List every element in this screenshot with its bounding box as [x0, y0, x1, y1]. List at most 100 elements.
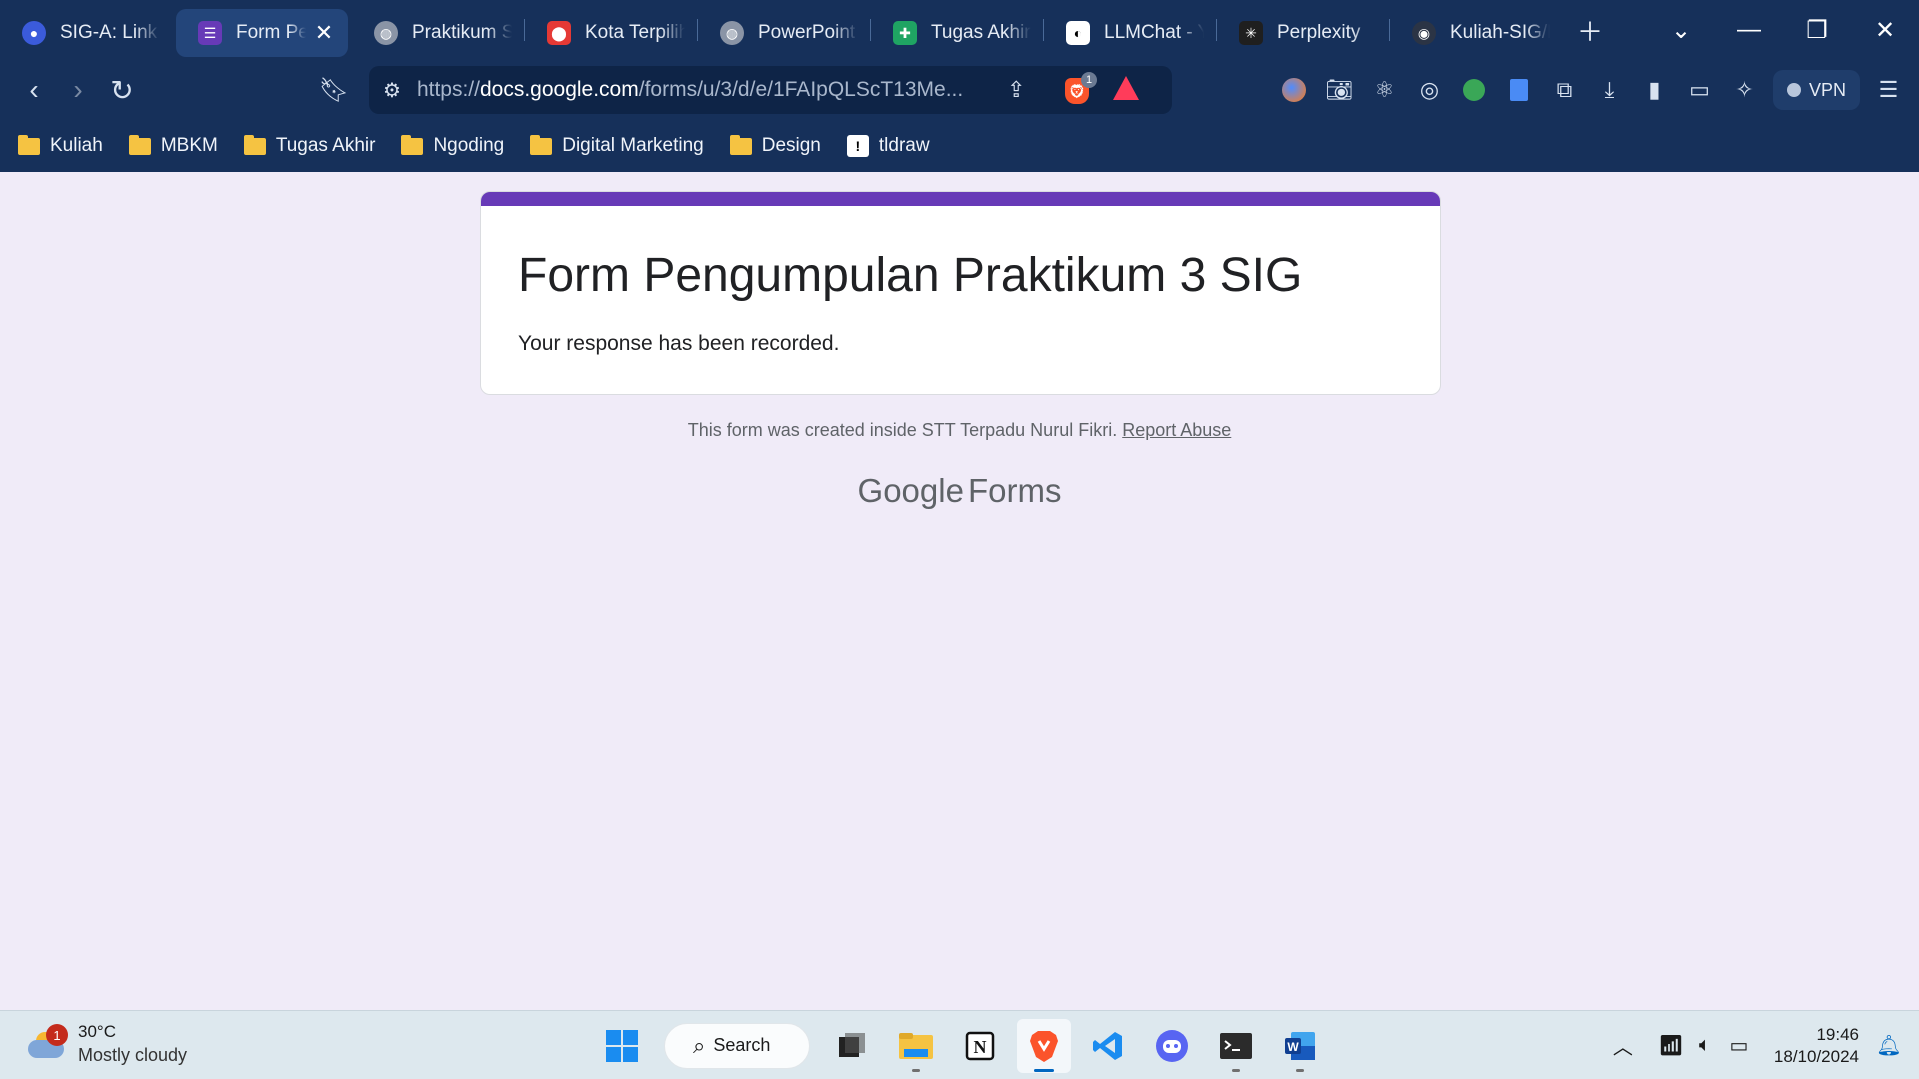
- windows-taskbar: 1 30°C Mostly cloudy ⌕ Search N W ︿ 📶︎ 🔈…: [0, 1010, 1919, 1079]
- svg-text:N: N: [974, 1037, 987, 1057]
- menu-icon[interactable]: ☰: [1866, 68, 1911, 112]
- wallet-icon[interactable]: ▭: [1677, 68, 1722, 112]
- logo-forms: Forms: [967, 472, 1062, 509]
- browser-toolbar: ‹ › ↻ 🔖︎ ⚙ https://docs.google.com/forms…: [0, 60, 1919, 120]
- battery-icon[interactable]: ▭: [1722, 1026, 1756, 1066]
- tab-sig-a[interactable]: ● SIG-A: Link P: [0, 9, 172, 57]
- form-footer: This form was created inside STT Terpadu…: [0, 420, 1919, 441]
- orbit-icon: ●: [22, 21, 46, 45]
- folder-icon: [530, 134, 553, 155]
- tldraw-icon: !: [846, 135, 869, 157]
- tab-title: Tugas Akhir: [931, 22, 1031, 43]
- url-text[interactable]: https://docs.google.com/forms/u/3/d/e/1F…: [417, 78, 977, 102]
- share-icon[interactable]: ⇪: [1007, 77, 1025, 103]
- download-icon[interactable]: ⤓: [1587, 68, 1632, 112]
- bookmark-icon[interactable]: 🔖︎: [312, 68, 356, 112]
- folder-icon: [243, 134, 266, 155]
- clock-date: 18/10/2024: [1773, 1046, 1859, 1066]
- tab-list-chevron-icon[interactable]: ⌄: [1647, 0, 1715, 60]
- vscode-app[interactable]: [1081, 1019, 1135, 1073]
- site-settings-icon[interactable]: ⚙: [383, 78, 401, 103]
- notion-app[interactable]: N: [953, 1019, 1007, 1073]
- back-button[interactable]: ‹: [12, 68, 56, 112]
- folder-icon: [401, 134, 424, 155]
- weather-badge: 1: [46, 1024, 68, 1046]
- start-button[interactable]: [595, 1019, 649, 1073]
- tab-title: Kuliah-SIG/P: [1450, 22, 1550, 43]
- bookmark-folder-design[interactable]: Design: [729, 134, 821, 157]
- document-icon[interactable]: [1497, 68, 1542, 112]
- target-icon[interactable]: ◎: [1407, 68, 1452, 112]
- notion-icon: N: [965, 1031, 995, 1060]
- weather-widget[interactable]: 1 30°C Mostly cloudy: [24, 1021, 187, 1067]
- cloudy-weather-icon: 1: [24, 1024, 68, 1060]
- bookmark-folder-ngoding[interactable]: Ngoding: [401, 134, 504, 157]
- brave-icon: [1030, 1030, 1058, 1062]
- google-forms-icon: ☰: [198, 21, 222, 45]
- terminal-app[interactable]: [1209, 1019, 1263, 1073]
- restore-button[interactable]: ❐: [1783, 0, 1851, 60]
- vpn-button[interactable]: VPN: [1772, 70, 1860, 110]
- weather-desc: Mostly cloudy: [78, 1045, 188, 1065]
- tab-llmchat[interactable]: ◐ LLMChat - Y: [1044, 9, 1216, 57]
- new-tab-button[interactable]: ＋: [1562, 6, 1618, 54]
- clock[interactable]: 19:46 18/10/2024: [1774, 1024, 1859, 1068]
- brave-rewards-icon[interactable]: [1113, 76, 1139, 100]
- vscode-icon: [1093, 1031, 1122, 1060]
- report-abuse-link[interactable]: Report Abuse: [1122, 420, 1231, 440]
- google-forms-logo[interactable]: Google Forms: [0, 472, 1919, 510]
- tab-perplexity[interactable]: ✳ Perplexity: [1217, 9, 1389, 57]
- react-devtools-icon[interactable]: ⚛: [1362, 68, 1407, 112]
- discord-app[interactable]: [1145, 1019, 1199, 1073]
- minimize-button[interactable]: —: [1715, 0, 1783, 60]
- vpn-label: VPN: [1808, 79, 1846, 100]
- brave-browser-app[interactable]: [1017, 1018, 1071, 1073]
- folder-icon: [128, 134, 151, 155]
- reload-button[interactable]: ↻: [100, 68, 144, 112]
- camera-icon[interactable]: 📷︎: [1317, 68, 1362, 112]
- clock-time: 19:46: [1816, 1024, 1859, 1044]
- tab-title: Form Pe: [236, 22, 306, 43]
- bookmark-folder-mbkm[interactable]: MBKM: [128, 134, 218, 157]
- perplexity-icon: ✳: [1239, 21, 1263, 45]
- notification-bell-icon[interactable]: 🔔︎: [1869, 1033, 1909, 1058]
- address-bar[interactable]: ⚙ https://docs.google.com/forms/u/3/d/e/…: [369, 66, 1172, 114]
- volume-icon[interactable]: 🔈︎: [1688, 1026, 1722, 1066]
- tab-powerpoint[interactable]: ◍ PowerPoint I: [698, 9, 870, 57]
- form-accent-bar: [481, 192, 1440, 206]
- tab-praktikum[interactable]: ◍ Praktikum SI: [352, 9, 524, 57]
- forward-button[interactable]: ›: [56, 68, 100, 112]
- task-view-icon: [839, 1032, 865, 1057]
- logo-google: Google: [857, 472, 964, 509]
- file-explorer-app[interactable]: [889, 1019, 943, 1073]
- search-icon: ⌕: [693, 1032, 706, 1058]
- sidebar-icon[interactable]: ▮: [1632, 68, 1677, 112]
- github-icon: ◉: [1412, 21, 1436, 45]
- tab-kuliah-sig[interactable]: ◉ Kuliah-SIG/P: [1390, 9, 1562, 57]
- puzzle-extensions-icon[interactable]: ⧉: [1542, 68, 1587, 112]
- taskbar-apps: ⌕ Search N W: [590, 1011, 1332, 1079]
- show-hidden-icons-chevron-icon[interactable]: ︿: [1606, 1026, 1640, 1066]
- word-app[interactable]: W: [1273, 1019, 1327, 1073]
- folder-icon: [18, 134, 40, 155]
- bookmark-folder-digital-marketing[interactable]: Digital Marketing: [530, 134, 704, 157]
- close-icon[interactable]: ✕: [312, 20, 336, 45]
- leo-ai-icon[interactable]: ✧: [1722, 68, 1767, 112]
- firefox-extension-icon[interactable]: [1272, 68, 1317, 112]
- green-extension-icon[interactable]: [1452, 68, 1497, 112]
- bookmark-folder-tugas-akhir[interactable]: Tugas Akhir: [243, 134, 375, 157]
- taskbar-search[interactable]: ⌕ Search: [664, 1022, 810, 1069]
- close-window-button[interactable]: ✕: [1851, 0, 1919, 60]
- tab-form[interactable]: ☰ Form Pe ✕: [176, 9, 348, 57]
- tab-strip: ● SIG-A: Link P ☰ Form Pe ✕ ◍ Praktikum …: [0, 0, 1919, 60]
- bookmark-tldraw[interactable]: ! tldraw: [846, 135, 930, 157]
- tab-title: Perplexity: [1277, 22, 1361, 43]
- llmchat-icon: ◐: [1066, 21, 1090, 45]
- bookmark-folder-kuliah[interactable]: Kuliah: [18, 134, 103, 157]
- vpn-status-dot: [1786, 83, 1801, 97]
- task-view-button[interactable]: [825, 1019, 879, 1073]
- wifi-icon[interactable]: 📶︎: [1654, 1026, 1688, 1066]
- tab-kota[interactable]: ⬤ Kota Terpilih: [525, 9, 697, 57]
- running-indicator: [912, 1068, 920, 1072]
- tab-tugas-akhir[interactable]: ✚ Tugas Akhir: [871, 9, 1043, 57]
